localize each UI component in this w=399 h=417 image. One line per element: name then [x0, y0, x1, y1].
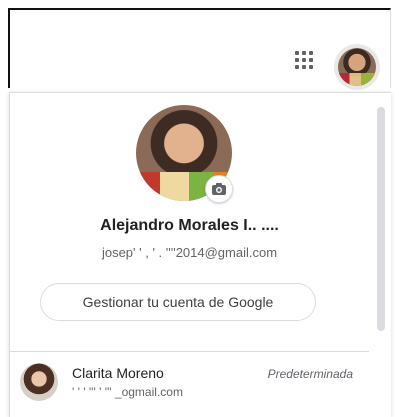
scrollbar-thumb[interactable]	[377, 107, 385, 331]
account-email: josep' ' , ' . ''''2014@gmail.com	[101, 245, 278, 260]
account-name: Alejandro Morales I.. ....	[100, 217, 279, 234]
change-photo-button[interactable]	[205, 175, 233, 203]
default-account-badge: Predeterminada	[267, 367, 353, 381]
divider	[10, 351, 369, 352]
other-account-name: Clarita Moreno	[72, 365, 164, 381]
google-apps-button[interactable]	[290, 46, 318, 74]
other-account-row[interactable]: Clarita Moreno ' ' ' ''' ' ''' _ogmail.c…	[10, 355, 369, 415]
profile-avatar-icon	[338, 48, 376, 86]
apps-grid-icon	[295, 51, 313, 69]
other-account-email: ' ' ' ''' ' ''' _ogmail.com	[72, 385, 183, 399]
top-bar	[8, 8, 391, 90]
other-account-avatar	[20, 363, 58, 401]
account-menu-panel: Alejandro Morales I.. .... josep' ' , ' …	[9, 92, 391, 417]
camera-icon	[212, 183, 226, 195]
manage-account-button[interactable]: Gestionar tu cuenta de Google	[40, 283, 316, 321]
account-avatar-button[interactable]	[334, 44, 380, 90]
